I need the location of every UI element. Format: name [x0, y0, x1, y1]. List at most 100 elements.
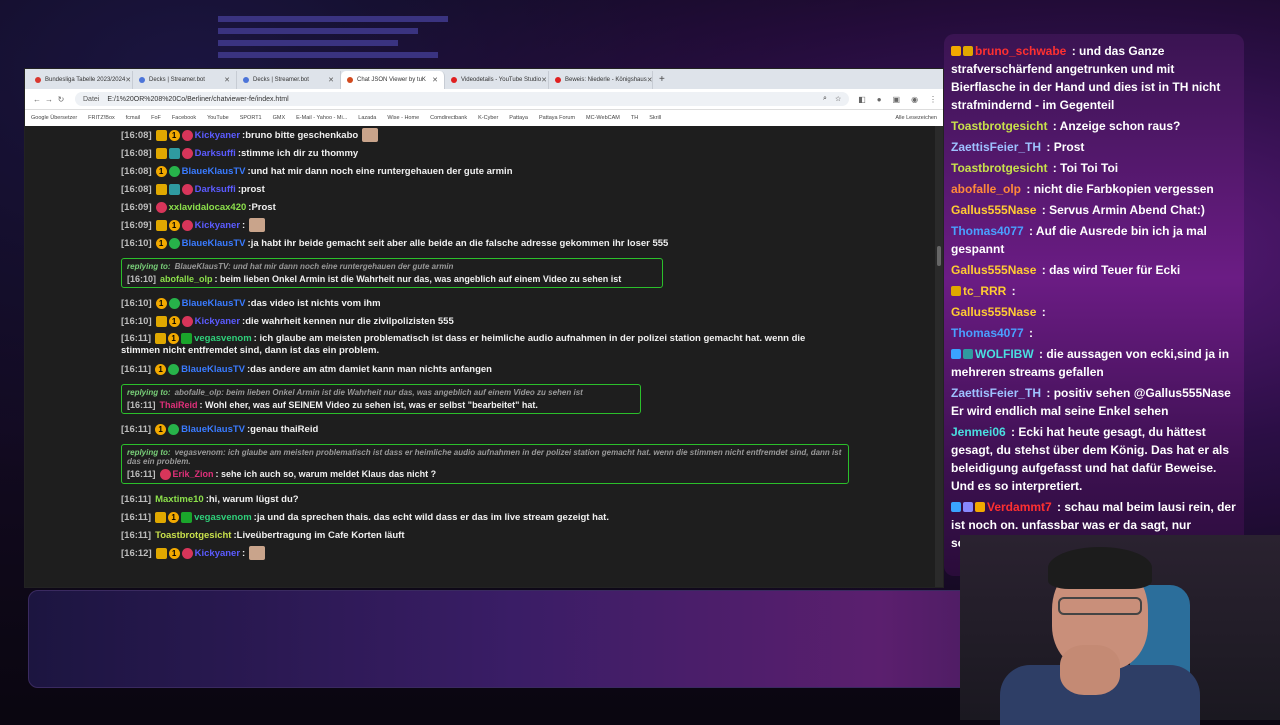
globe-badge-icon [181, 129, 193, 141]
verified-badge-icon [168, 297, 180, 309]
crown-badge-icon [155, 511, 167, 523]
bookmark-item[interactable]: YouTube [207, 115, 229, 121]
username[interactable]: Erik_Zion [173, 469, 214, 479]
bookmark-item[interactable]: SPORT1 [240, 115, 262, 121]
scrollbar[interactable] [935, 126, 943, 587]
bookmark-item[interactable]: Pattaya Forum [539, 115, 575, 121]
reply-header: replying to: abofalle_olp: beim lieben On… [127, 388, 635, 397]
username[interactable]: Maxtime10 [155, 494, 204, 505]
close-tab-icon[interactable]: ✕ [647, 76, 652, 84]
user-badge-icon [951, 286, 961, 296]
browser-tab[interactable]: Videodetails - YouTube Studio ✕ [445, 71, 549, 89]
extension-icon[interactable]: ▣ [893, 95, 901, 104]
tab-label: Decks | Streamer.bot [149, 77, 205, 83]
timestamp: [16:11] [121, 493, 152, 505]
browser-tab[interactable]: Chat JSON Viewer by tuK ✕ [341, 71, 445, 89]
overlay-text: Servus Armin Abend Chat:) [1049, 203, 1205, 217]
browser-tab[interactable]: Beweis: Niederle - Königshaus ✕ [549, 71, 653, 89]
username[interactable]: Kickyaner [195, 130, 240, 141]
bookmark-item[interactable]: Facebook [172, 115, 196, 121]
username[interactable]: Darksuffi [195, 184, 236, 195]
bookmark-item[interactable]: FoF [151, 115, 161, 121]
username[interactable]: Kickyaner [195, 548, 240, 559]
username[interactable]: BlaueKlausTV [182, 166, 246, 177]
username[interactable]: BlaueKlausTV [182, 298, 246, 309]
reload-icon[interactable]: ↻ [55, 95, 67, 104]
bookmark-item[interactable]: Comdirectbank [430, 115, 467, 121]
tab-favicon-icon [555, 77, 561, 83]
tab-favicon-icon [139, 77, 145, 83]
extension-icon[interactable]: ● [877, 95, 882, 104]
zoom-icon[interactable]: ⌕ [823, 95, 827, 103]
close-tab-icon[interactable]: ✕ [328, 76, 334, 84]
chat-message: [16:11] 1 vegasvenom: ja und da sprechen t… [121, 511, 609, 523]
close-tab-icon[interactable]: ✕ [125, 76, 131, 84]
star-icon[interactable]: ☆ [835, 95, 841, 103]
username[interactable]: Kickyaner [195, 220, 240, 231]
overlay-username: Thomas4077 [951, 326, 1024, 340]
bookmark-item[interactable]: Lazada [358, 115, 376, 121]
url-input[interactable]: Datei E:/1%20OR%208%20Co/Berliner/chatvi… [75, 92, 850, 106]
username[interactable]: BlaueKlausTV [181, 424, 245, 435]
bookmark-item[interactable]: Google Übersetzer [31, 115, 77, 121]
bookmark-item[interactable]: GMX [273, 115, 286, 121]
overlay-message: Thomas4077 : [951, 326, 1034, 340]
menu-icon[interactable]: ⋮ [929, 95, 937, 104]
message-text: bruno bitte geschenkabo [245, 129, 359, 141]
scrollbar-thumb[interactable] [937, 246, 941, 266]
username[interactable]: Toastbrotgesicht [155, 530, 231, 541]
profile-icon[interactable]: ◉ [911, 95, 918, 104]
username[interactable]: Kickyaner [195, 316, 240, 327]
one-badge-icon: 1 [168, 511, 180, 523]
bookmark-item[interactable]: E-Mail - Yahoo - Mi... [296, 115, 347, 121]
tab-strip: Bundesliga Tabelle 2023/2024 ✕ Decks | Str… [25, 69, 943, 89]
bookmark-item[interactable]: Pattaya [509, 115, 528, 121]
chat-message: [16:09] xxlavidalocax420: Prost [121, 201, 276, 213]
bookmark-item[interactable]: FRITZ!Box [88, 115, 115, 121]
overlay-message: abofalle_olp : nicht die Farbkopien verg… [951, 182, 1214, 196]
extension-icon[interactable]: ◧ [858, 95, 866, 104]
username[interactable]: vegasvenom [194, 333, 252, 344]
timestamp: [16:11] [121, 423, 152, 435]
bookmark-item[interactable]: MC-WebCAM [586, 115, 620, 121]
all-bookmarks[interactable]: Alle Lesezeichen [895, 115, 937, 121]
browser-tab[interactable]: Decks | Streamer.bot ✕ [237, 71, 341, 89]
vip-badge-icon [168, 183, 180, 195]
bookmark-item[interactable]: fcmail [126, 115, 140, 121]
close-tab-icon[interactable]: ✕ [541, 76, 547, 84]
back-icon[interactable]: ← [31, 95, 43, 104]
chat-message: [16:08] 1 BlaueKlausTV: und hat mir dann n… [121, 165, 513, 177]
username[interactable]: abofalle_olp [160, 274, 213, 284]
browser-tab[interactable]: Bundesliga Tabelle 2023/2024 ✕ [29, 71, 133, 89]
close-tab-icon[interactable]: ✕ [432, 76, 438, 84]
globe-badge-icon [181, 219, 193, 231]
bookmark-item[interactable]: K-Cyber [478, 115, 498, 121]
new-tab-button[interactable]: + [653, 74, 671, 85]
tab-label: Videodetails - YouTube Studio [461, 77, 542, 83]
overlay-message: tc_RRR : [944, 282, 1244, 300]
overlay-username: Toastbrotgesicht [951, 161, 1048, 175]
username[interactable]: ThaiReid [160, 400, 198, 410]
overlay-text: nicht die Farbkopien vergessen [1033, 182, 1214, 196]
bookmarks-bar: Google Übersetzer FRITZ!Box fcmail FoF Faceb… [25, 110, 943, 127]
crown-badge-icon [155, 333, 167, 344]
bookmark-item[interactable]: TH [631, 115, 638, 121]
bookmark-item[interactable]: Wise - Home [387, 115, 419, 121]
username[interactable]: xxlavidalocax420 [169, 202, 247, 213]
timestamp: [16:12] [121, 547, 152, 559]
bookmark-item[interactable]: Skrill [649, 115, 661, 121]
username[interactable]: BlaueKlausTV [181, 364, 245, 375]
forward-icon[interactable]: → [43, 95, 55, 104]
reply-label: replying to: [127, 448, 171, 458]
reply-block: replying to: vegasvenom: ich glaube am me… [121, 444, 849, 485]
overlay-username: Gallus555Nase [951, 305, 1037, 319]
username[interactable]: BlaueKlausTV [182, 238, 246, 249]
overlay-username: bruno_schwabe [975, 44, 1067, 58]
username[interactable]: Darksuffi [195, 148, 236, 159]
overlay-username: Verdammt7 [987, 500, 1052, 514]
address-bar-row: ← → ↻ Datei E:/1%20OR%208%20Co/Berliner/… [25, 89, 943, 110]
browser-tab[interactable]: Decks | Streamer.bot ✕ [133, 71, 237, 89]
username[interactable]: vegasvenom [194, 512, 252, 523]
close-tab-icon[interactable]: ✕ [224, 76, 230, 84]
one-badge-icon: 1 [155, 165, 167, 177]
